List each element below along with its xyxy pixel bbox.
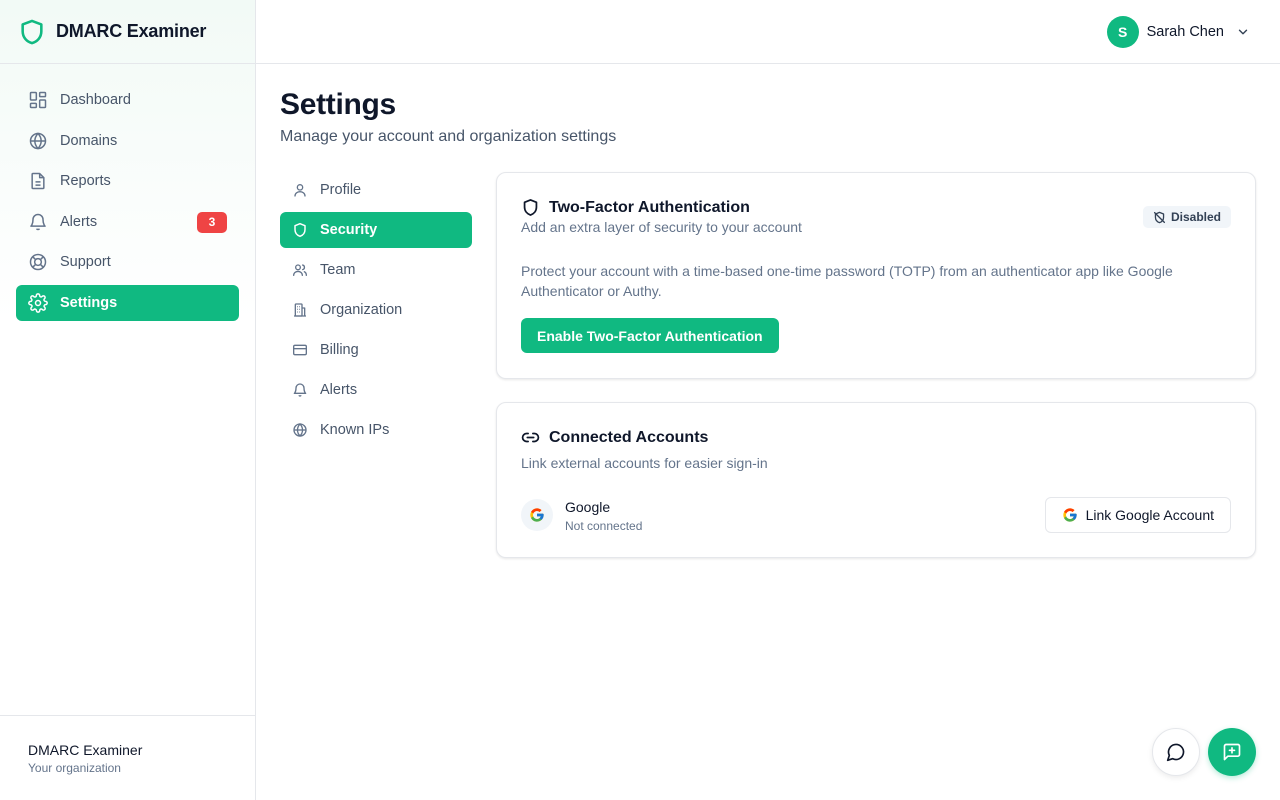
two-factor-subtitle: Add an extra layer of security to your a… [521, 219, 802, 235]
message-plus-icon [1222, 742, 1242, 762]
settings-tab-label: Billing [320, 342, 359, 358]
status-badge: Disabled [1142, 206, 1231, 228]
connected-accounts-subtitle: Link external accounts for easier sign-i… [521, 455, 768, 471]
sidebar: DMARC Examiner Dashboard Domains Reports… [0, 0, 256, 800]
connected-accounts-card: Connected Accounts Link external account… [496, 402, 1256, 558]
google-icon [529, 507, 545, 523]
user-menu[interactable]: S Sarah Chen [1106, 16, 1250, 48]
sidebar-item-label: Alerts [60, 213, 98, 230]
sidebar-item-label: Support [60, 254, 111, 270]
chat-bubble-icon [1166, 742, 1186, 762]
shield-logo-icon [18, 17, 46, 47]
user-name: Sarah Chen [1146, 24, 1224, 40]
settings-tab-label: Team [320, 262, 356, 278]
user-icon [292, 182, 308, 198]
bell-icon [292, 382, 308, 398]
settings-tab-known-ips[interactable]: Known IPs [280, 412, 472, 448]
sidebar-item-alerts[interactable]: Alerts 3 [16, 204, 239, 240]
shield-icon [292, 222, 308, 238]
topbar: S Sarah Chen [256, 0, 1280, 64]
users-icon [292, 262, 308, 278]
link-google-label: Link Google Account [1085, 507, 1214, 523]
globe-icon [292, 422, 308, 438]
file-icon [28, 171, 48, 191]
page-subtitle: Manage your account and organization set… [280, 128, 617, 145]
building-icon [292, 302, 308, 318]
status-label: Disabled [1170, 210, 1221, 224]
feedback-button[interactable] [1208, 728, 1256, 776]
org-name: DMARC Examiner [28, 742, 143, 758]
sidebar-item-reports[interactable]: Reports [16, 163, 239, 199]
link-icon [521, 428, 540, 447]
sidebar-item-dashboard[interactable]: Dashboard [16, 82, 239, 118]
settings-tab-label: Known IPs [320, 422, 390, 438]
alerts-count-badge: 3 [197, 211, 227, 233]
google-icon [1062, 507, 1078, 523]
sidebar-nav: Dashboard Domains Reports Alerts 3 Suppo… [0, 64, 255, 321]
app-name: DMARC Examiner [56, 21, 207, 41]
settings-tab-label: Profile [320, 182, 362, 198]
settings-tab-alerts[interactable]: Alerts [280, 372, 472, 408]
settings-tab-profile[interactable]: Profile [280, 172, 472, 208]
sidebar-item-label: Dashboard [60, 92, 131, 108]
chat-button[interactable] [1152, 728, 1200, 776]
sidebar-item-settings[interactable]: Settings [16, 284, 239, 321]
org-subtitle: Your organization [28, 761, 121, 775]
provider-status: Not connected [565, 519, 643, 533]
enable-2fa-button[interactable]: Enable Two-Factor Authentication [521, 318, 779, 353]
page-title: Settings [280, 88, 396, 121]
dashboard-icon [28, 90, 48, 110]
shield-off-icon [1153, 211, 1166, 224]
link-google-button[interactable]: Link Google Account [1044, 497, 1231, 533]
settings-tab-organization[interactable]: Organization [280, 292, 472, 328]
shield-icon [521, 198, 540, 217]
two-factor-title: Two-Factor Authentication [549, 198, 750, 216]
credit-card-icon [292, 342, 308, 358]
lifebuoy-icon [28, 252, 48, 272]
main-content: Settings Manage your account and organiz… [280, 88, 1256, 558]
avatar: S [1106, 16, 1139, 48]
bell-icon [28, 212, 48, 232]
brand[interactable]: DMARC Examiner [0, 0, 255, 64]
sidebar-item-label: Settings [60, 294, 118, 311]
sidebar-item-support[interactable]: Support [16, 244, 239, 280]
two-factor-description: Protect your account with a time-based o… [521, 263, 1173, 299]
settings-tab-team[interactable]: Team [280, 252, 472, 288]
settings-nav: Profile Security Team Organization Billi… [280, 172, 472, 452]
settings-tab-label: Security [320, 222, 378, 238]
two-factor-card: Two-Factor Authentication Add an extra l… [496, 172, 1256, 379]
google-logo [521, 499, 553, 531]
connected-accounts-header: Connected Accounts [521, 428, 708, 447]
settings-tab-label: Organization [320, 302, 403, 318]
provider-name: Google [565, 499, 611, 515]
chevron-down-icon [1236, 25, 1250, 39]
settings-tab-billing[interactable]: Billing [280, 332, 472, 368]
gear-icon [28, 292, 48, 313]
two-factor-header: Two-Factor Authentication [521, 198, 750, 217]
connected-accounts-title: Connected Accounts [549, 428, 709, 446]
sidebar-item-label: Reports [60, 173, 111, 189]
globe-icon [28, 131, 48, 151]
settings-tab-security[interactable]: Security [280, 212, 472, 248]
settings-tab-label: Alerts [320, 382, 358, 398]
sidebar-item-domains[interactable]: Domains [16, 123, 239, 159]
org-switcher[interactable]: DMARC Examiner Your organization [0, 715, 255, 800]
sidebar-item-label: Domains [60, 132, 118, 149]
